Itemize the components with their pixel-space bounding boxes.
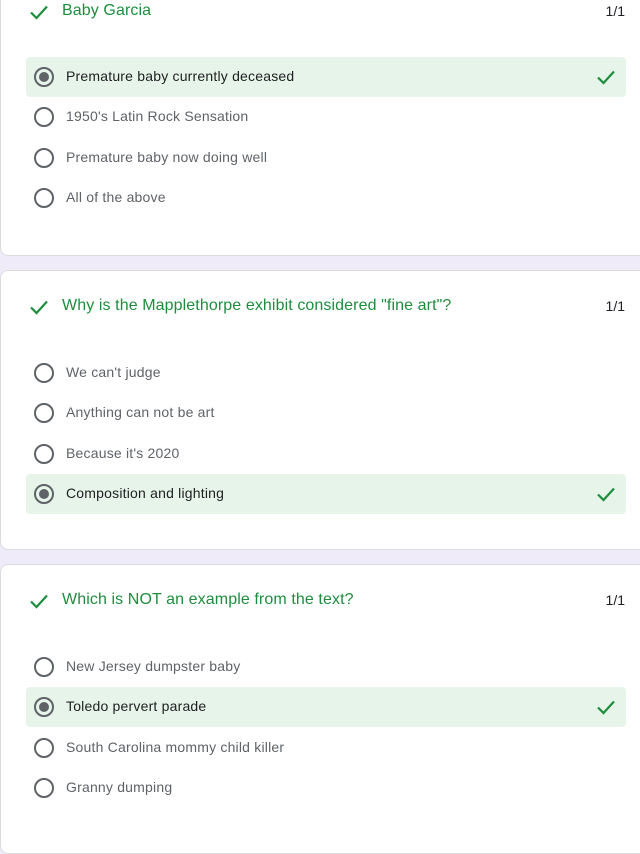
question-card: Why is the Mapplethorpe exhibit consider… (0, 270, 640, 550)
answer-option[interactable]: South Carolina mommy child killer (26, 728, 626, 768)
radio-button-selected[interactable] (34, 67, 54, 87)
question-title: Which is NOT an example from the text? (62, 591, 354, 608)
question-card: Which is NOT an example from the text? 1… (0, 564, 640, 854)
question-header: Baby Garcia 1/1 (1, 0, 640, 24)
check-icon (30, 594, 48, 609)
option-label: Because it's 2020 (66, 445, 180, 461)
option-label: 1950's Latin Rock Sensation (66, 108, 249, 124)
answer-option[interactable]: We can't judge (26, 353, 626, 393)
option-label: Toledo pervert parade (66, 698, 207, 714)
question-score: 1/1 (605, 298, 625, 314)
question-score: 1/1 (605, 592, 625, 608)
correct-check-icon (597, 700, 615, 715)
option-label: Premature baby now doing well (66, 149, 268, 165)
check-icon (30, 300, 48, 315)
option-label: South Carolina mommy child killer (66, 739, 285, 755)
radio-button[interactable] (34, 738, 54, 758)
correct-check-icon (597, 487, 615, 502)
question-header: Why is the Mapplethorpe exhibit consider… (1, 295, 640, 319)
answer-option[interactable]: Premature baby now doing well (26, 138, 626, 178)
option-label: Premature baby currently deceased (66, 68, 295, 84)
radio-button[interactable] (34, 148, 54, 168)
radio-button[interactable] (34, 363, 54, 383)
answer-option[interactable]: 1950's Latin Rock Sensation (26, 97, 626, 137)
option-label: Granny dumping (66, 779, 173, 795)
question-score: 1/1 (605, 3, 625, 19)
radio-button[interactable] (34, 403, 54, 423)
answer-option[interactable]: New Jersey dumpster baby (26, 647, 626, 687)
question-header: Which is NOT an example from the text? 1… (1, 589, 640, 613)
question-title: Why is the Mapplethorpe exhibit consider… (62, 297, 452, 314)
radio-button[interactable] (34, 188, 54, 208)
radio-button[interactable] (34, 778, 54, 798)
answer-option[interactable]: Toledo pervert parade (26, 687, 626, 727)
radio-button-selected[interactable] (34, 484, 54, 504)
option-label: Anything can not be art (66, 404, 215, 420)
question-title: Baby Garcia (62, 2, 152, 19)
option-label: All of the above (66, 189, 166, 205)
check-icon (30, 5, 48, 20)
answer-option[interactable]: Anything can not be art (26, 393, 626, 433)
answer-option[interactable]: Because it's 2020 (26, 434, 626, 474)
option-label: Composition and lighting (66, 485, 225, 501)
answer-option[interactable]: Granny dumping (26, 768, 626, 808)
correct-check-icon (597, 70, 615, 85)
radio-button-selected[interactable] (34, 697, 54, 717)
option-label: New Jersey dumpster baby (66, 658, 241, 674)
answer-option[interactable]: Composition and lighting (26, 474, 626, 514)
radio-button[interactable] (34, 444, 54, 464)
option-label: We can't judge (66, 364, 161, 380)
radio-button[interactable] (34, 107, 54, 127)
answer-option[interactable]: Premature baby currently deceased (26, 57, 626, 97)
radio-button[interactable] (34, 657, 54, 677)
question-card: Baby Garcia 1/1 Premature baby currently… (0, 0, 640, 256)
answer-option[interactable]: All of the above (26, 178, 626, 218)
